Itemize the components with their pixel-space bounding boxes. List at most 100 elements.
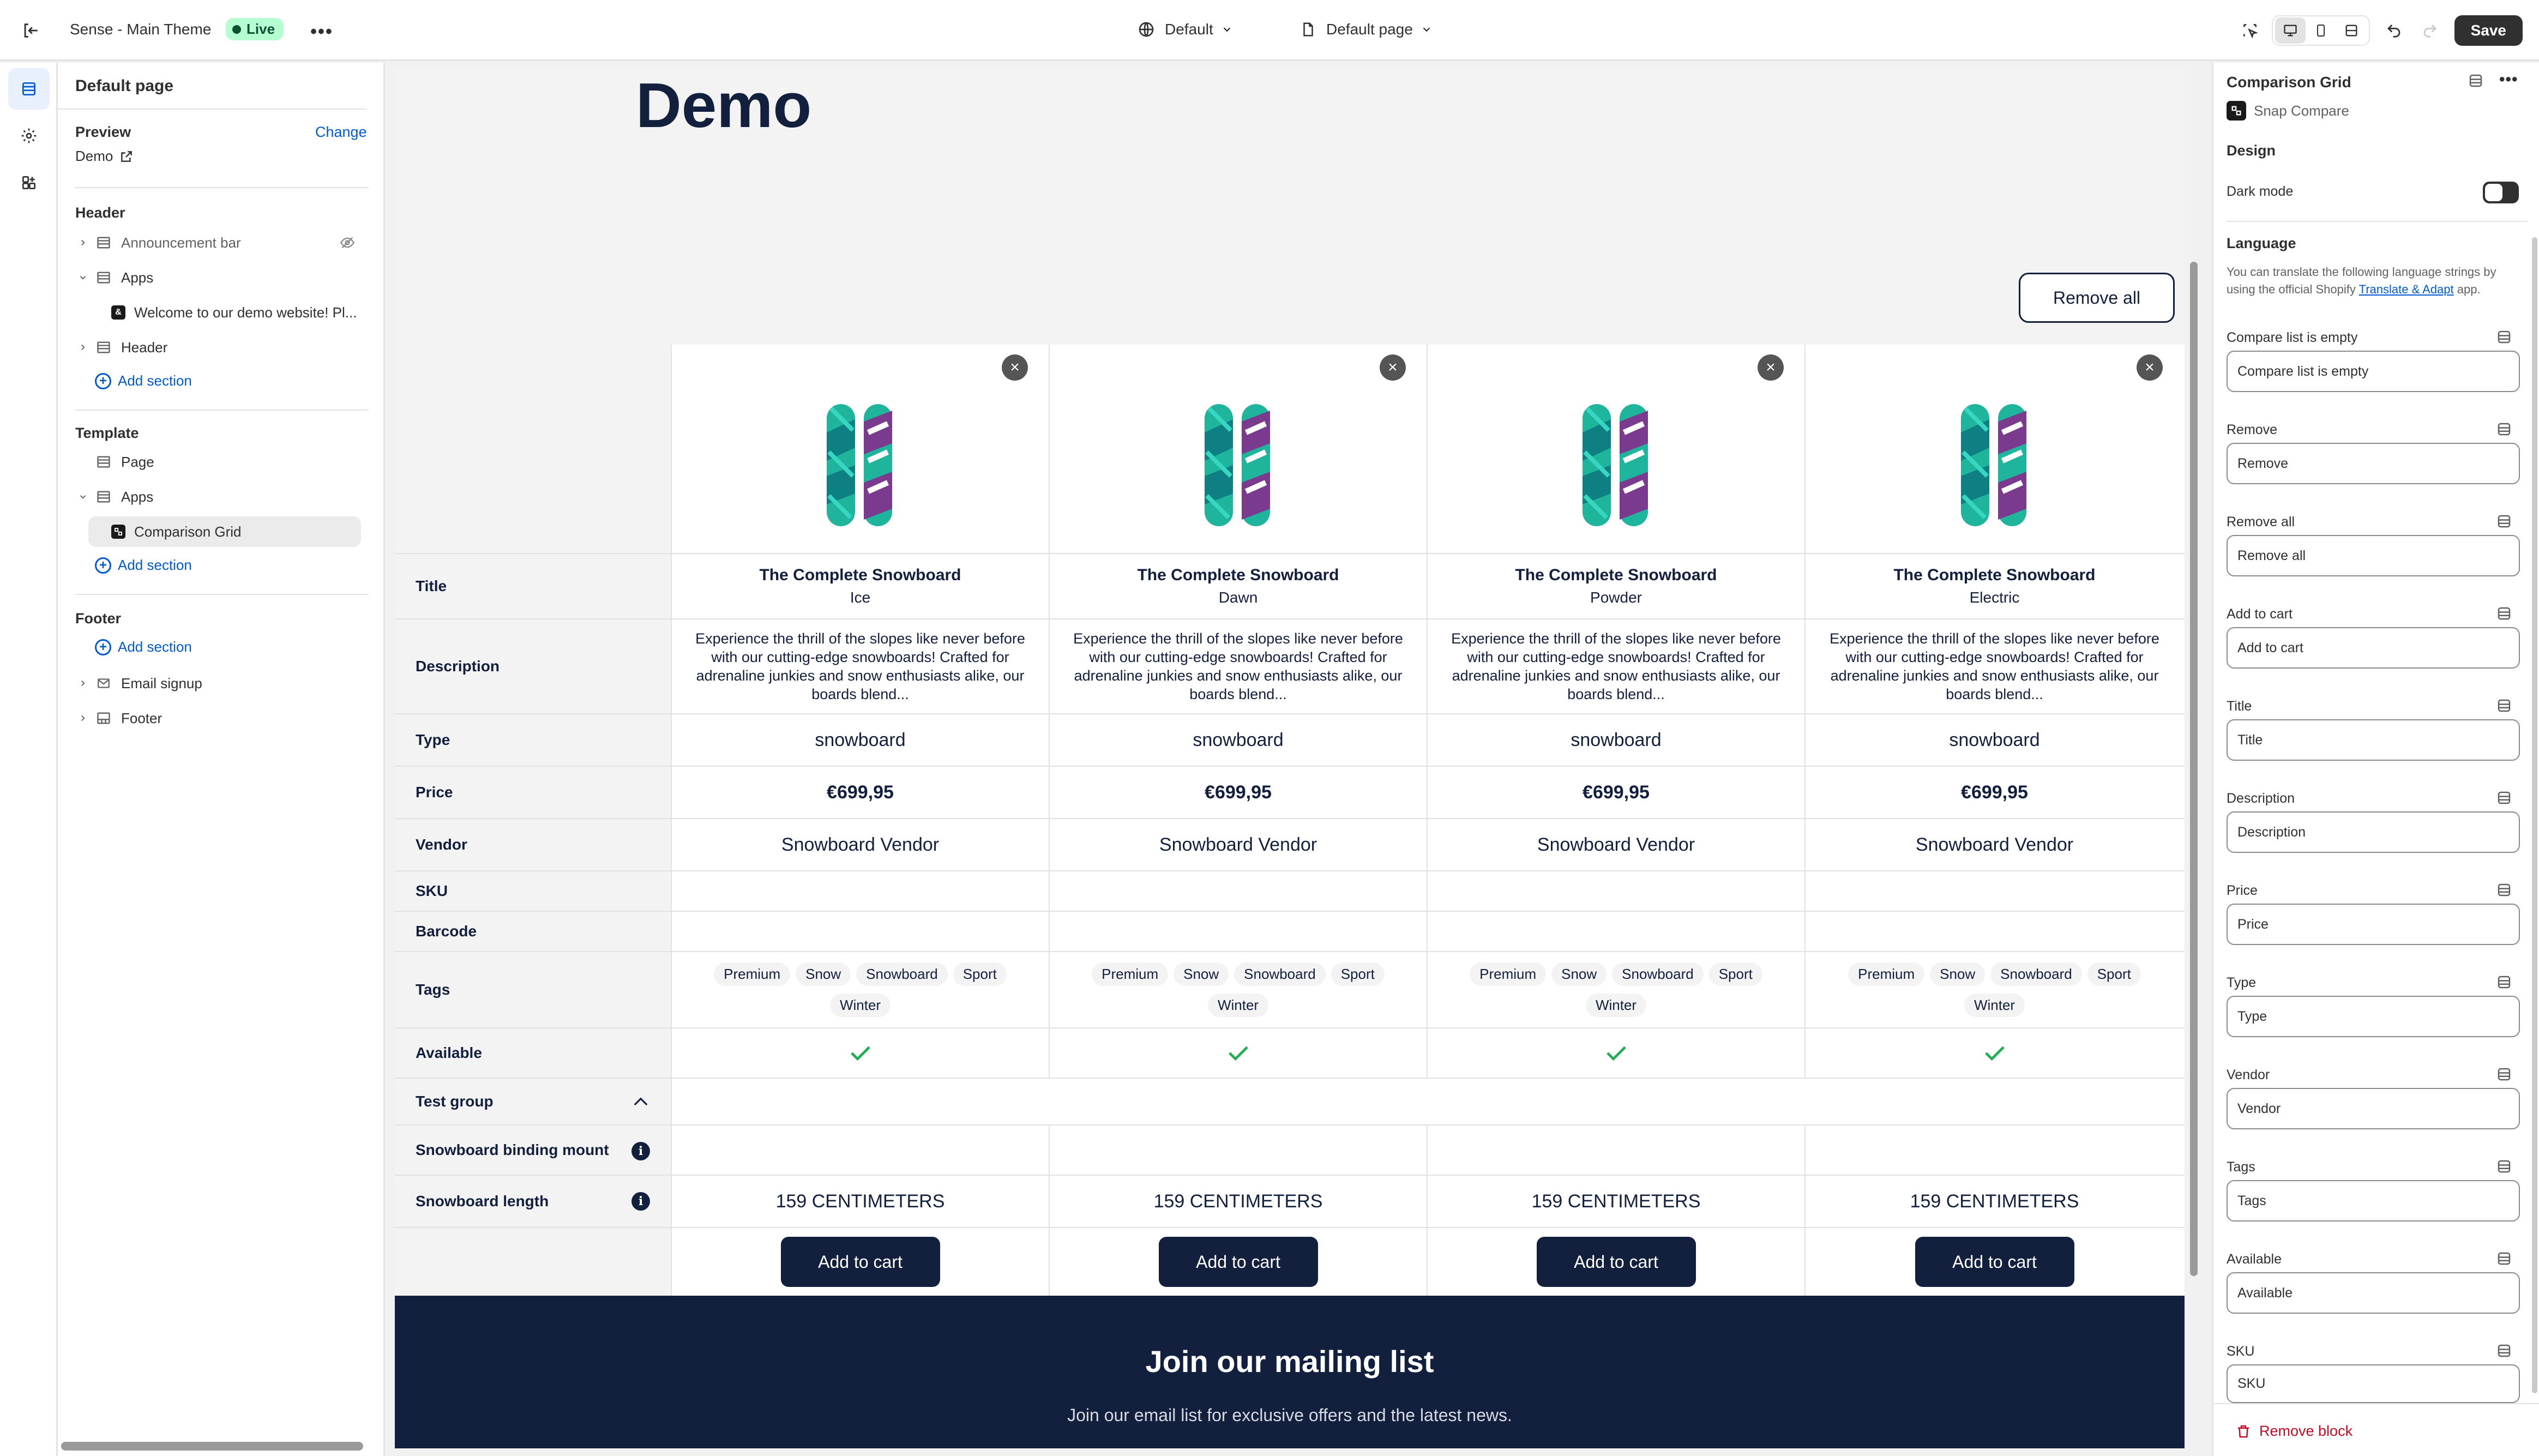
apps-grid-icon[interactable] <box>8 162 50 203</box>
dynamic-source-icon[interactable] <box>2496 1066 2512 1085</box>
add-to-cart-button[interactable]: Add to cart <box>1915 1237 2074 1287</box>
section-label: Email signup <box>121 675 202 691</box>
desktop-view-icon[interactable] <box>2275 17 2306 44</box>
info-icon[interactable]: i <box>631 1192 650 1211</box>
dynamic-source-icon[interactable] <box>2496 329 2512 348</box>
text-field[interactable]: Add to cart <box>2227 627 2520 669</box>
text-field[interactable]: Remove all <box>2227 535 2520 576</box>
dynamic-source-icon[interactable] <box>2496 697 2512 717</box>
more-options-icon[interactable]: ••• <box>2499 70 2518 89</box>
more-actions-icon[interactable]: ••• <box>310 21 333 43</box>
add-section-footer-button[interactable]: + Add section <box>95 639 192 655</box>
add-section-template-button[interactable]: + Add section <box>95 557 192 574</box>
remove-product-icon[interactable]: × <box>1002 354 1028 381</box>
snowboard-image[interactable] <box>1200 400 1277 531</box>
settings-gear-icon[interactable] <box>8 115 50 157</box>
tag-list: Premium Snow Snowboard Sport Winter <box>1428 962 1804 1017</box>
dynamic-source-icon[interactable] <box>2496 421 2512 440</box>
remove-block-button[interactable]: Remove block <box>2235 1423 2353 1440</box>
preview-scrollbar[interactable] <box>2190 262 2198 1276</box>
mobile-view-icon[interactable] <box>2306 17 2336 44</box>
product-title: The Complete Snowboard <box>1893 566 2096 584</box>
text-field[interactable]: Type <box>2227 996 2520 1037</box>
description-cell: Experience the thrill of the slopes like… <box>1050 619 1428 713</box>
add-section-label: Add section <box>118 557 192 573</box>
block-welcome-app[interactable]: & Welcome to our demo website! Pl... <box>111 297 357 328</box>
description-cell: Experience the thrill of the slopes like… <box>672 619 1050 713</box>
dynamic-source-icon[interactable] <box>2496 1158 2512 1177</box>
theme-style-select[interactable]: Default <box>1138 21 1233 38</box>
text-field[interactable]: SKU <box>2227 1364 2520 1403</box>
sections-icon[interactable] <box>8 68 50 110</box>
title-cell[interactable]: The Complete Snowboard Ice <box>672 554 1050 618</box>
title-cell[interactable]: The Complete Snowboard Dawn <box>1050 554 1428 618</box>
section-footer[interactable]: Footer <box>72 703 162 733</box>
dynamic-source-icon[interactable] <box>2496 882 2512 901</box>
snowboard-image[interactable] <box>1957 400 2033 531</box>
remove-product-icon[interactable]: × <box>2137 354 2163 381</box>
undo-icon[interactable] <box>2384 21 2404 40</box>
hidden-eye-icon[interactable] <box>339 235 356 254</box>
section-layout-icon <box>94 235 113 250</box>
text-field[interactable]: Available <box>2227 1272 2520 1314</box>
checkmark-icon <box>1606 1046 1626 1061</box>
text-field[interactable]: Remove <box>2227 443 2520 484</box>
title-cell[interactable]: The Complete Snowboard Electric <box>1806 554 2183 618</box>
test-group-label[interactable]: Test group <box>395 1079 672 1124</box>
section-announcement-bar[interactable]: Announcement bar <box>72 227 372 258</box>
section-header[interactable]: Header <box>72 332 167 363</box>
translate-adapt-link[interactable]: Translate & Adapt <box>2359 282 2454 296</box>
newsletter-section: Join our mailing list Join our email lis… <box>395 1296 2185 1448</box>
add-to-cart-cell: Add to cart <box>1806 1228 2183 1296</box>
title-cell[interactable]: The Complete Snowboard Powder <box>1428 554 1806 618</box>
preview-target[interactable]: Demo <box>75 148 134 165</box>
horizontal-scrollbar[interactable] <box>61 1442 363 1451</box>
text-field[interactable]: Vendor <box>2227 1088 2520 1129</box>
remove-product-icon[interactable]: × <box>1380 354 1406 381</box>
text-field[interactable]: Compare list is empty <box>2227 351 2520 392</box>
page-select[interactable]: Default page <box>1300 21 1433 38</box>
divider <box>2227 221 2528 222</box>
redo-icon[interactable] <box>2420 21 2440 40</box>
change-preview-link[interactable]: Change <box>315 124 367 141</box>
section-page[interactable]: Page <box>94 447 154 477</box>
dynamic-source-icon[interactable] <box>2496 790 2512 809</box>
add-section-header-button[interactable]: + Add section <box>95 372 192 389</box>
remove-product-icon[interactable]: × <box>1758 354 1784 381</box>
text-field[interactable]: Description <box>2227 811 2520 853</box>
top-bar: Sense - Main Theme Live ••• Default Defa… <box>0 0 2539 61</box>
database-icon[interactable] <box>2468 73 2484 92</box>
snowboard-image[interactable] <box>822 400 899 531</box>
page-select-label: Default page <box>1326 21 1413 38</box>
exit-icon[interactable] <box>20 20 41 41</box>
save-button[interactable]: Save <box>2454 15 2523 46</box>
text-field[interactable]: Title <box>2227 719 2520 761</box>
remove-all-button[interactable]: Remove all <box>2019 273 2175 323</box>
section-apps-header[interactable]: Apps <box>72 262 153 293</box>
text-field[interactable]: Price <box>2227 904 2520 945</box>
section-email-signup[interactable]: Email signup <box>72 668 202 699</box>
info-icon[interactable]: i <box>631 1142 650 1160</box>
dynamic-source-icon[interactable] <box>2496 605 2512 624</box>
dynamic-source-icon[interactable] <box>2496 974 2512 993</box>
block-comparison-grid[interactable]: Comparison Grid <box>88 516 361 547</box>
fullscreen-view-icon[interactable] <box>2336 17 2367 44</box>
add-to-cart-button[interactable]: Add to cart <box>780 1237 940 1287</box>
snowboard-image[interactable] <box>1578 400 1654 531</box>
available-row: Available <box>395 1028 2185 1079</box>
product-image-cell: × <box>1428 345 1806 553</box>
add-to-cart-button[interactable]: Add to cart <box>1536 1237 1696 1287</box>
inspector-icon[interactable] <box>2239 20 2261 41</box>
product-type: snowboard <box>1949 729 2040 750</box>
dynamic-source-icon[interactable] <box>2496 1343 2512 1362</box>
language-help-text: You can translate the following language… <box>2227 263 2524 298</box>
dark-mode-toggle[interactable] <box>2483 182 2519 203</box>
dynamic-source-icon[interactable] <box>2496 1250 2512 1270</box>
section-apps-template[interactable]: Apps <box>72 482 153 512</box>
test-group-row[interactable]: Test group <box>395 1079 2185 1124</box>
add-to-cart-button[interactable]: Add to cart <box>1158 1237 1318 1287</box>
settings-scrollbar[interactable] <box>2532 237 2537 1393</box>
section-layout-icon <box>94 454 113 470</box>
text-field[interactable]: Tags <box>2227 1180 2520 1222</box>
dynamic-source-icon[interactable] <box>2496 513 2512 532</box>
